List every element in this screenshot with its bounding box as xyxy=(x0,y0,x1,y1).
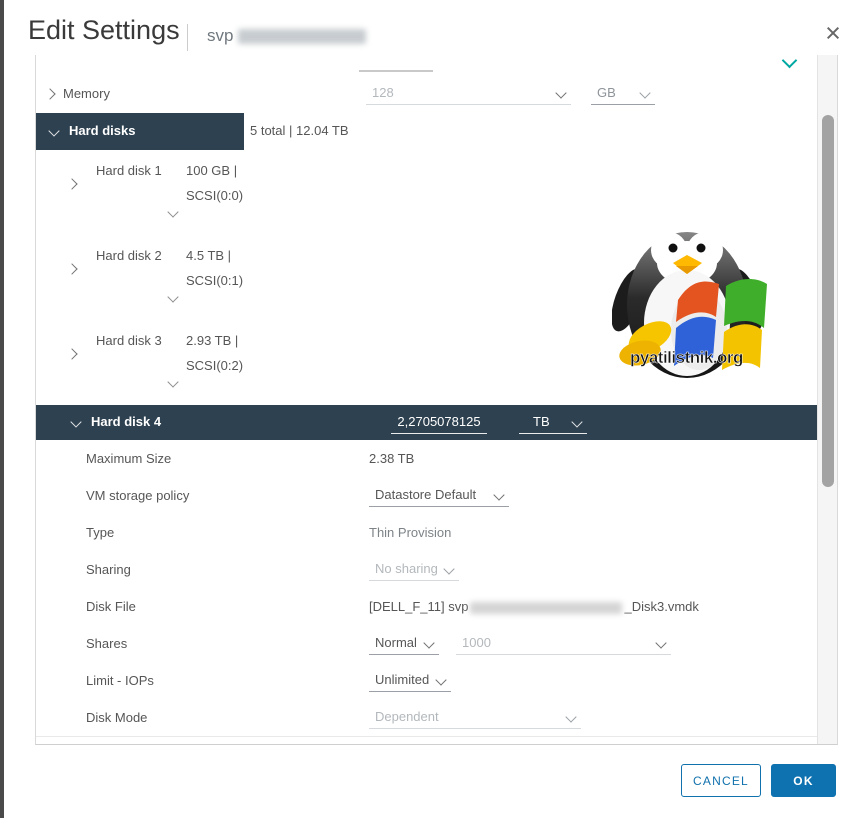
disk-file-row: Disk File [DELL_F_11] svp _Disk3.vmdk xyxy=(36,588,817,626)
limit-iops-row: Limit - IOPs Unlimited xyxy=(36,662,817,700)
memory-row: Memory 128 GB xyxy=(36,75,817,114)
chevron-down-icon xyxy=(571,416,583,428)
chevron-down-icon[interactable] xyxy=(167,291,179,303)
disk-file-label: Disk File xyxy=(86,599,136,614)
cpu-field-underline xyxy=(359,70,433,72)
memory-size-input[interactable]: 128 xyxy=(366,81,571,105)
hard-disk-bus: SCSI(0:1) xyxy=(186,273,244,288)
memory-unit-select[interactable]: GB xyxy=(591,81,655,105)
vm-storage-policy-value: Datastore Default xyxy=(375,487,477,502)
shares-row: Shares Normal 1000 xyxy=(36,625,817,663)
hard-disk-1-row: Hard disk 1 100 GB | SCSI(0:0) xyxy=(36,150,817,236)
chevron-down-icon xyxy=(435,674,447,686)
redacted-vm-name xyxy=(238,29,367,45)
chevron-down-icon xyxy=(555,87,567,99)
vm-name: svp xyxy=(207,26,367,46)
chevron-down-icon xyxy=(639,87,651,99)
disk-file-suffix: _Disk3.vmdk xyxy=(624,599,699,614)
redacted-disk-file xyxy=(470,601,623,614)
memory-unit-value: GB xyxy=(597,85,616,100)
hard-disk-size: 4.5 TB | xyxy=(186,248,232,263)
scrollbar-thumb[interactable] xyxy=(822,115,834,487)
chevron-down-icon xyxy=(48,125,60,137)
type-value: Thin Provision xyxy=(369,525,452,540)
title-divider xyxy=(187,24,188,51)
hard-disk-4-header[interactable]: Hard disk 4 2,2705078125 TB xyxy=(36,405,817,440)
vm-storage-policy-label: VM storage policy xyxy=(86,488,190,503)
vertical-scrollbar[interactable] xyxy=(817,55,837,744)
hard-disks-summary: 5 total | 12.04 TB xyxy=(250,123,349,138)
dialog-title: Edit Settings xyxy=(28,15,180,45)
sharing-value: No sharing xyxy=(375,561,438,576)
chevron-right-icon[interactable] xyxy=(44,88,56,100)
memory-label: Memory xyxy=(63,86,110,101)
maximum-size-row: Maximum Size 2.38 TB xyxy=(36,440,817,478)
disk4-unit-select[interactable]: TB xyxy=(519,410,587,434)
screen-edge xyxy=(0,0,4,818)
chevron-down-icon xyxy=(423,637,435,649)
shares-level-select[interactable]: Normal xyxy=(369,631,439,655)
edit-settings-dialog: Edit Settings svp × Memory 128 GB Hard d… xyxy=(0,0,861,818)
sharing-select[interactable]: No sharing xyxy=(369,557,459,581)
disk-file-prefix: [DELL_F_11] svp xyxy=(369,599,469,614)
shares-value-input[interactable]: 1000 xyxy=(456,631,671,655)
disk-mode-row: Disk Mode Dependent xyxy=(36,699,817,737)
hard-disk-size: 2.93 TB | xyxy=(186,333,239,348)
sharing-row: Sharing No sharing xyxy=(36,551,817,589)
chevron-down-icon xyxy=(443,563,455,575)
hard-disk-label: Hard disk 2 xyxy=(96,248,162,263)
hard-disk-3-row: Hard disk 3 2.93 TB | SCSI(0:2) xyxy=(36,320,817,406)
disk4-unit-value: TB xyxy=(533,414,550,429)
type-row: Type Thin Provision xyxy=(36,514,817,552)
disk-mode-select[interactable]: Dependent xyxy=(369,705,581,729)
hard-disk-bus: SCSI(0:0) xyxy=(186,188,244,203)
type-label: Type xyxy=(86,525,115,540)
memory-size-value: 128 xyxy=(372,85,394,100)
sharing-label: Sharing xyxy=(86,562,131,577)
chevron-down-icon[interactable] xyxy=(781,55,798,69)
close-icon[interactable]: × xyxy=(820,20,846,47)
chevron-down-icon[interactable] xyxy=(167,206,179,218)
shares-label: Shares xyxy=(86,636,128,651)
chevron-down-icon xyxy=(655,637,667,649)
settings-panel: Memory 128 GB Hard disks 5 total | 12.04… xyxy=(35,55,838,745)
cancel-button[interactable]: CANCEL xyxy=(681,764,761,797)
hard-disk-4-label: Hard disk 4 xyxy=(91,414,162,429)
hard-disk-label: Hard disk 3 xyxy=(96,333,162,348)
limit-iops-select[interactable]: Unlimited xyxy=(369,668,451,692)
limit-iops-value: Unlimited xyxy=(375,672,430,687)
vm-name-prefix: svp xyxy=(207,26,234,45)
chevron-right-icon[interactable] xyxy=(66,263,78,275)
ok-button[interactable]: OK xyxy=(771,764,836,797)
chevron-right-icon[interactable] xyxy=(66,348,78,360)
cpu-row-partial xyxy=(36,55,817,76)
hard-disks-label: Hard disks xyxy=(69,123,136,138)
hard-disks-selection-bar[interactable]: Hard disks xyxy=(36,113,244,150)
hard-disk-2-row: Hard disk 2 4.5 TB | SCSI(0:1) xyxy=(36,235,817,321)
vm-storage-policy-row: VM storage policy Datastore Default xyxy=(36,477,817,515)
maximum-size-label: Maximum Size xyxy=(86,451,172,466)
limit-iops-label: Limit - IOPs xyxy=(86,673,154,688)
disk-file-value: [DELL_F_11] svp _Disk3.vmdk xyxy=(369,599,699,614)
hard-disk-size: 100 GB | xyxy=(186,163,238,178)
chevron-down-icon xyxy=(565,711,577,723)
chevron-right-icon[interactable] xyxy=(66,178,78,190)
vm-storage-policy-select[interactable]: Datastore Default xyxy=(369,483,509,507)
chevron-down-icon xyxy=(493,489,505,501)
hard-disk-label: Hard disk 1 xyxy=(96,163,162,178)
maximum-size-value: 2.38 TB xyxy=(369,451,415,466)
hard-disks-row[interactable]: Hard disks 5 total | 12.04 TB xyxy=(36,113,817,151)
shares-level-value: Normal xyxy=(375,635,417,650)
chevron-down-icon[interactable] xyxy=(167,376,179,388)
disk-mode-value: Dependent xyxy=(375,709,439,724)
shares-value: 1000 xyxy=(462,635,491,650)
hard-disk-bus: SCSI(0:2) xyxy=(186,358,244,373)
disk4-size-input[interactable]: 2,2705078125 xyxy=(391,410,487,434)
disk-mode-label: Disk Mode xyxy=(86,710,148,725)
disk4-size-value: 2,2705078125 xyxy=(397,414,481,429)
chevron-down-icon xyxy=(70,416,82,428)
